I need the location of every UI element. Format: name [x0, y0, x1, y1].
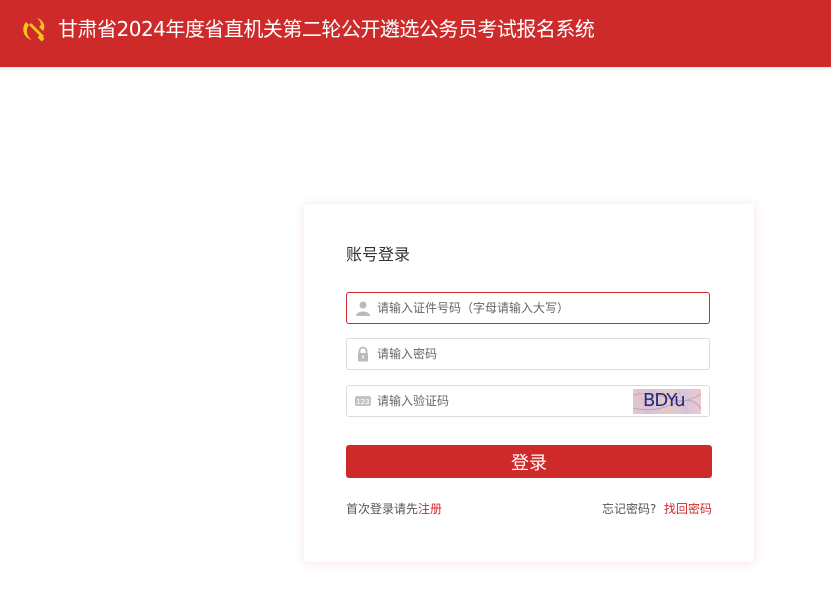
captcha-field[interactable]: 123 BDYu [346, 385, 710, 417]
lock-icon [358, 346, 368, 362]
captcha-image[interactable]: BDYu [633, 389, 701, 414]
register-link[interactable]: 注册 [418, 502, 442, 516]
captcha-input[interactable] [377, 386, 617, 416]
id-number-field[interactable] [346, 292, 710, 324]
login-button[interactable]: 登录 [346, 445, 712, 478]
login-title: 账号登录 [346, 245, 411, 264]
id-number-input[interactable] [377, 293, 617, 323]
recover-password-link[interactable]: 找回密码 [664, 502, 712, 516]
password-input[interactable] [377, 339, 617, 369]
forgot-password-row: 忘记密码? 找回密码 [602, 501, 712, 517]
party-emblem-icon [18, 14, 50, 46]
register-prompt-text: 首次登录请先 [346, 502, 419, 516]
svg-text:123: 123 [356, 398, 369, 406]
top-banner: 甘肃省2024年度省直机关第二轮公开遴选公务员考试报名系统 [0, 0, 831, 67]
password-field[interactable] [346, 338, 710, 370]
forgot-password-text: 忘记密码? [601, 502, 657, 516]
system-title: 甘肃省2024年度省直机关第二轮公开遴选公务员考试报名系统 [58, 17, 595, 41]
number-123-icon: 123 [355, 396, 371, 406]
user-icon [356, 301, 370, 316]
login-card: 账号登录 123 BDYu 登录 [304, 204, 754, 562]
register-prompt-row: 首次登录请先注册 [346, 501, 442, 517]
captcha-text: BDYu [643, 390, 686, 411]
